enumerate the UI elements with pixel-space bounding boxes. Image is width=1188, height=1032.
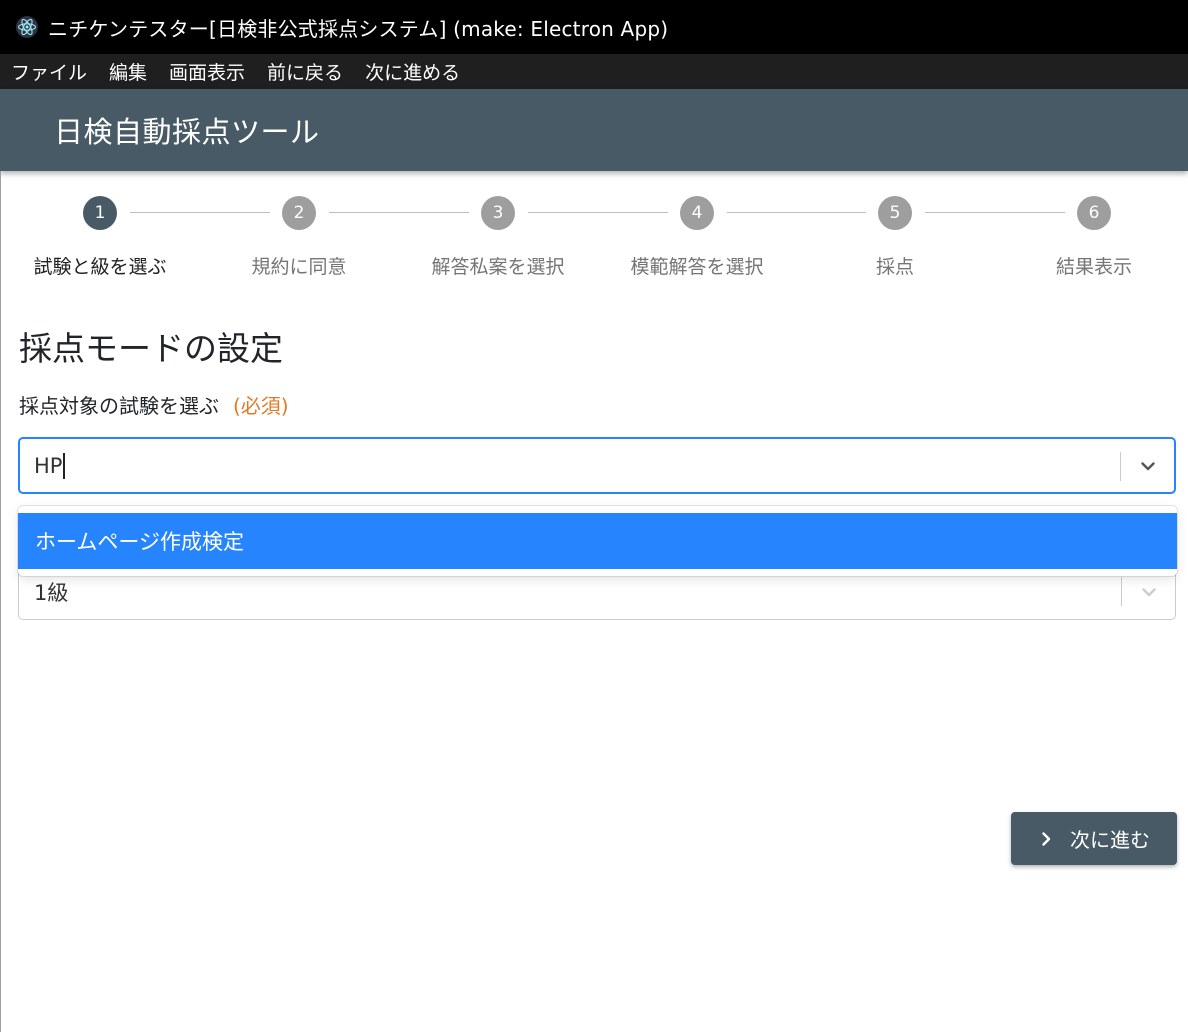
window-edge: [0, 171, 1, 1032]
electron-icon: [14, 14, 40, 40]
step-5: 5 採点: [795, 196, 995, 279]
exam-option[interactable]: ホームページ作成検定: [18, 513, 1177, 569]
step-2-number: 2: [282, 196, 316, 230]
next-button-label: 次に進む: [1070, 828, 1150, 852]
step-6: 6 結果表示: [994, 196, 1188, 279]
select-separator: [1120, 452, 1121, 481]
app-bar: 日検自動採点ツール: [0, 89, 1188, 171]
exam-dropdown-menu: ホームページ作成検定: [18, 506, 1177, 576]
menu-view[interactable]: 画面表示: [158, 58, 256, 85]
step-6-number: 6: [1077, 196, 1111, 230]
chevron-right-icon: [1038, 831, 1054, 847]
menu-file[interactable]: ファイル: [0, 58, 98, 85]
step-connector: [925, 212, 1065, 213]
menu-bar: ファイル 編集 画面表示 前に戻る 次に進める: [0, 54, 1188, 89]
text-caret: [63, 452, 66, 479]
required-indicator: (必須): [233, 394, 289, 418]
step-1-label: 試験と級を選ぶ: [33, 256, 167, 278]
step-6-label: 結果表示: [1055, 256, 1132, 278]
step-5-number: 5: [878, 196, 912, 230]
menu-back[interactable]: 前に戻る: [256, 58, 354, 85]
chevron-down-icon[interactable]: [1137, 580, 1161, 604]
step-2: 2 規約に同意: [199, 196, 399, 279]
next-button[interactable]: 次に進む: [1011, 812, 1177, 865]
menu-forward[interactable]: 次に進める: [354, 58, 471, 85]
window-title: ニチケンテスター[日検非公式採点システム] (make: Electron Ap…: [48, 16, 669, 41]
menu-edit[interactable]: 編集: [98, 58, 158, 85]
step-connector: [130, 212, 270, 213]
select-separator: [1121, 577, 1122, 606]
exam-select-input[interactable]: HP: [34, 439, 66, 492]
app-title: 日検自動採点ツール: [54, 115, 320, 149]
step-4-number: 4: [680, 196, 714, 230]
step-connector: [329, 212, 469, 213]
step-4-label: 模範解答を選択: [630, 256, 764, 278]
stepper: 1 試験と級を選ぶ 2 規約に同意 3 解答私案を選択 4 模範解答を選択 5 …: [0, 190, 1188, 290]
step-3-label: 解答私案を選択: [431, 256, 565, 278]
section-title: 採点モードの設定: [19, 329, 283, 368]
exam-field-label: 採点対象の試験を選ぶ (必須): [19, 390, 289, 419]
step-3-number: 3: [481, 196, 515, 230]
step-5-label: 採点: [875, 256, 914, 278]
step-connector: [727, 212, 866, 213]
step-1-number: 1: [83, 196, 117, 230]
window-titlebar: ニチケンテスター[日検非公式採点システム] (make: Electron Ap…: [0, 0, 1188, 54]
step-connector: [528, 212, 668, 213]
step-2-label: 規約に同意: [251, 256, 347, 278]
step-4: 4 模範解答を選択: [597, 196, 797, 279]
exam-input-text: HP: [34, 453, 63, 478]
exam-select[interactable]: HP: [18, 437, 1176, 494]
chevron-down-icon[interactable]: [1136, 454, 1160, 478]
step-3: 3 解答私案を選択: [398, 196, 598, 279]
step-1: 1 試験と級を選ぶ: [0, 196, 200, 279]
exam-label-text: 採点対象の試験を選ぶ: [19, 394, 219, 418]
